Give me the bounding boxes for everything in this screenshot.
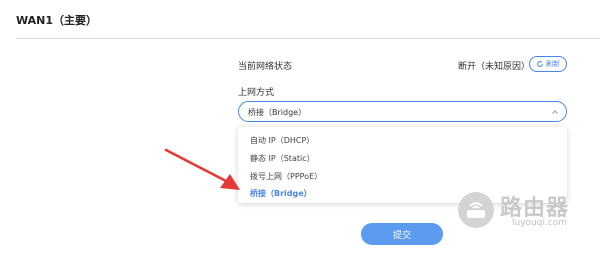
router-logo-icon: [458, 192, 494, 228]
watermark-subtitle: luyouqi.com: [512, 218, 568, 228]
watermark: 路由器 luyouqi.com: [458, 188, 594, 232]
